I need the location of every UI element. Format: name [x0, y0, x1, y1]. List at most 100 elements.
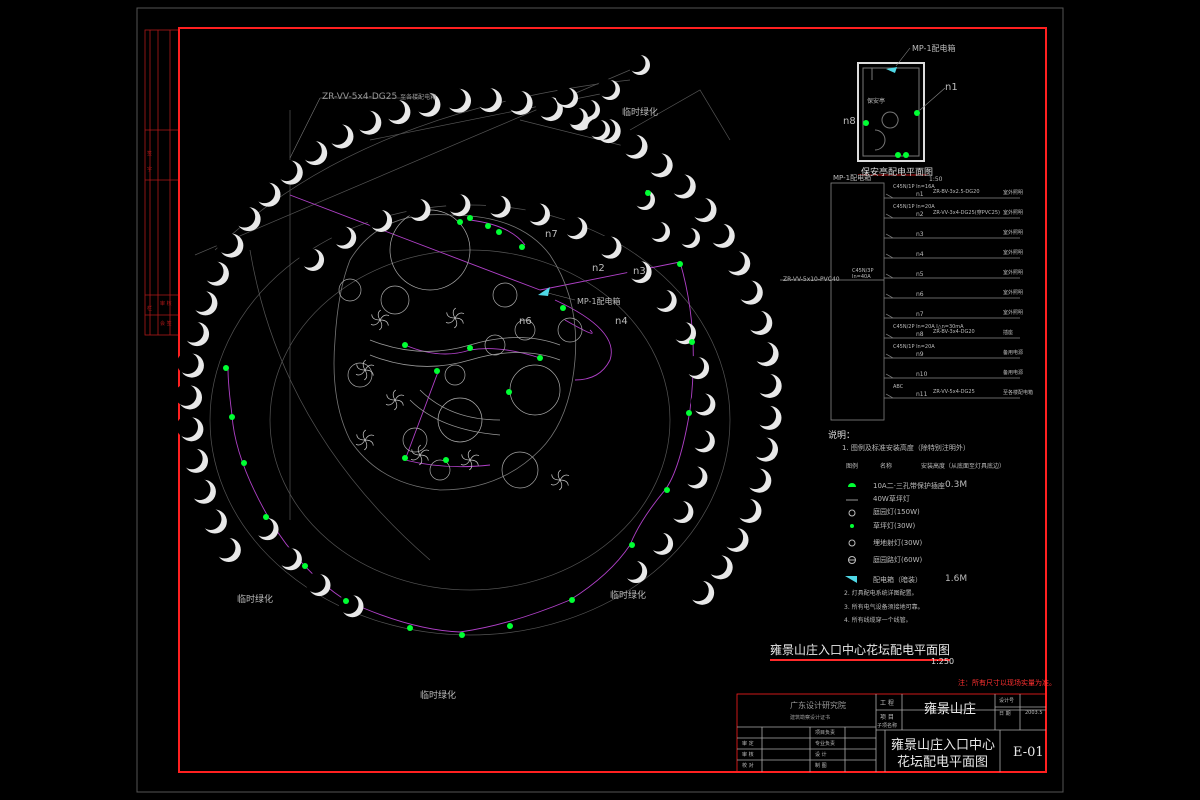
tree-symbol: [354, 109, 382, 135]
legend-row-name: 40W草坪灯: [873, 495, 910, 503]
tree-symbol: [367, 208, 393, 232]
tb-design-no-label: 设计号: [999, 698, 1015, 704]
inner-shrubs: [338, 209, 583, 491]
circuit-id: n1: [916, 191, 924, 198]
tree-symbol: [707, 222, 735, 248]
legend-col-symbol: 图例: [846, 463, 859, 470]
circuit-use: 备用电源: [1003, 370, 1024, 376]
callout-n4: n4: [615, 316, 628, 327]
tb-institute-sub: 建筑勘察设计证书: [790, 715, 831, 721]
circuit-use: 室外照明: [1003, 310, 1024, 316]
lamp-symbol: [507, 623, 513, 629]
breaker-symbol: [885, 273, 894, 279]
callout-mp1: MP-1配电箱: [577, 297, 621, 306]
tree-symbol: [682, 465, 708, 489]
tree-symbol: [632, 189, 655, 210]
circuit-id: n6: [916, 291, 924, 298]
breaker-symbol: [885, 253, 894, 259]
dimension-note: 注：所有尺寸以现场实量为准。: [958, 679, 1056, 687]
circuit-cable: ZR-VV-3x4-DG25(穿PVC25): [933, 210, 1000, 216]
tb-date-label: 日 期: [999, 711, 1011, 717]
tree-symbol: [233, 205, 261, 232]
tree-symbol: [562, 216, 588, 240]
pinwheel-plant: [385, 389, 405, 411]
callout-n6: n6: [519, 316, 532, 327]
tree-symbol: [300, 139, 328, 166]
pinwheel-plant: [550, 469, 570, 491]
tree-symbol: [213, 536, 241, 562]
tb-row-left: 审 核: [742, 752, 754, 758]
guard-house-scale: 1:50: [929, 176, 943, 183]
temp-green-left: 临时绿化: [237, 595, 274, 605]
tree-symbol: [474, 86, 502, 113]
circuit-use: 室外照明: [1003, 190, 1024, 196]
guard-room-label: 保安亭: [867, 98, 886, 105]
breaker-symbol: [885, 213, 894, 219]
strip-label: 签: [147, 151, 153, 157]
distribution-box-marker[interactable]: [538, 287, 550, 296]
legend-col-height: 安装高度（从底面至灯具底边）: [921, 463, 1006, 470]
legend-row-name: 庭园路灯(60W): [873, 556, 923, 564]
tree-symbol: [734, 497, 762, 523]
tree-symbol: [751, 341, 779, 367]
strip-label: 字: [147, 167, 153, 173]
legend-heading: 说明：: [828, 431, 856, 441]
tree-symbol: [745, 309, 773, 335]
breaker-symbol: [885, 353, 894, 359]
tb-row-mid: 项目负责: [815, 730, 836, 736]
tb-row-left: 校 对: [742, 763, 754, 769]
lamp-symbol: [496, 229, 502, 235]
tree-symbol: [525, 202, 550, 226]
panel-schedule-frame: [780, 182, 885, 421]
circuit-id: n10: [916, 371, 928, 378]
shrub-symbol: [509, 364, 561, 416]
pinwheel-plant: [370, 309, 390, 331]
tree-symbol: [651, 288, 677, 312]
legend-row-height: 1.6M: [945, 574, 968, 584]
circuit-use: 备用电源: [1003, 350, 1024, 356]
breaker-symbol: [885, 293, 894, 299]
circuit-id: n2: [916, 211, 924, 218]
lamp-symbol: [506, 389, 512, 395]
tree-symbol: [201, 260, 229, 286]
tree-symbol: [754, 372, 782, 398]
lamp-symbol: [302, 563, 308, 569]
tree-symbol: [705, 554, 733, 580]
circuit-id: n8: [916, 331, 924, 338]
legend-note2: 2. 灯具配电系统详图配置。: [844, 590, 918, 597]
circuit-id: n3: [916, 231, 924, 238]
lamp-symbol: [223, 365, 229, 371]
circuit-use: 室外照明: [1003, 250, 1024, 256]
circuit-cable: ZR-VV-5x4-DG25: [933, 389, 975, 395]
tree-symbol: [199, 508, 227, 534]
breaker-symbol: [885, 193, 894, 199]
guard-n1-label: n1: [945, 82, 958, 93]
tb-project: 雍景山庄: [924, 702, 977, 717]
shrub-symbol: [484, 334, 506, 356]
legend-row-name: 庭园灯(150W): [873, 508, 920, 516]
tree-symbol: [338, 594, 364, 618]
legend-item1: 1. 图例及标准安装高度（除特别注明外）: [842, 444, 970, 452]
shrub-symbol: [338, 278, 362, 302]
lamp-symbol: [485, 223, 491, 229]
tree-symbol: [188, 478, 216, 504]
tree-symbol: [299, 247, 325, 271]
lamp-symbol: [459, 632, 465, 638]
legend-symbols: [845, 483, 858, 583]
mp1-leader: [547, 292, 576, 301]
tree-symbol: [754, 404, 782, 430]
left-strip: [144, 29, 180, 336]
circuit-use: 至各楼配电箱: [1003, 390, 1034, 396]
guard-n8-label: n8: [843, 116, 856, 127]
lamp-symbol: [467, 215, 473, 221]
tree-symbol: [690, 429, 715, 453]
tree-symbol: [190, 290, 218, 316]
circuit-cable: ZR-BV-3x2.5-DG20: [933, 189, 980, 195]
lamp-symbol: [677, 261, 683, 267]
tree-symbol: [689, 196, 717, 223]
tree-symbol: [182, 320, 210, 347]
shrub-symbol: [557, 317, 583, 343]
tb-row-mid: 制 图: [815, 763, 827, 769]
circuit-use: 室外照明: [1003, 210, 1024, 216]
legend-row-height: 0.3M: [945, 480, 968, 490]
